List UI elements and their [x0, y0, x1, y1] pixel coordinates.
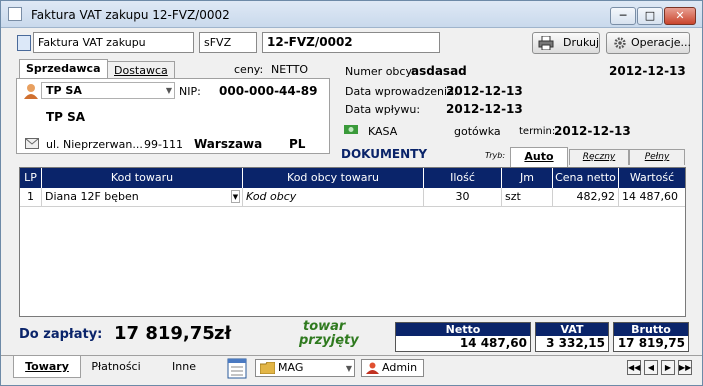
- netto-value: 14 487,60: [459, 336, 527, 350]
- foreign-number-value: asdasad: [411, 64, 467, 78]
- seller-country: PL: [289, 137, 306, 151]
- seller-postcode: 99-111: [144, 138, 183, 151]
- to-pay-amount: 17 819,75: [114, 323, 215, 344]
- tab-goods[interactable]: Towary: [13, 356, 81, 378]
- folder-icon: [260, 362, 275, 374]
- entry-date-value: 2012-12-13: [446, 84, 523, 98]
- tab-seller[interactable]: Sprzedawca: [19, 59, 108, 79]
- vat-label: VAT: [536, 323, 608, 336]
- goods-received-stamp-line1: towar: [303, 319, 346, 334]
- print-label: Drukuj: [563, 36, 600, 49]
- minimize-button[interactable]: ─: [610, 7, 636, 25]
- chevron-down-icon[interactable]: ▼: [166, 83, 172, 98]
- warehouse-select[interactable]: MAG ▼: [255, 359, 355, 377]
- term-value: 2012-12-13: [554, 124, 631, 138]
- column-header-unit[interactable]: Jm: [502, 168, 553, 188]
- seller-code: TP SA: [46, 84, 82, 97]
- close-button[interactable]: ✕: [664, 7, 696, 25]
- tab-manual[interactable]: Ręczny: [569, 149, 629, 165]
- user-name: Admin: [382, 361, 418, 374]
- operations-button[interactable]: Operacje...: [606, 32, 692, 54]
- cell-foreign-code[interactable]: Kod obcy: [243, 188, 424, 206]
- last-record-button[interactable]: ▶▶: [678, 360, 692, 375]
- tab-other[interactable]: Inne: [151, 356, 217, 378]
- tab-payments[interactable]: Płatności: [83, 356, 149, 378]
- doc-number-field[interactable]: 12-FVZ/0002: [262, 32, 440, 53]
- column-header-foreign-code[interactable]: Kod obcy towaru: [243, 168, 424, 188]
- nip-label: NIP:: [179, 85, 201, 98]
- gear-icon: [614, 37, 626, 49]
- cell-code[interactable]: Diana 12F bęben ▼: [42, 188, 243, 206]
- cell-quantity[interactable]: 30: [424, 188, 502, 206]
- cell-unit[interactable]: szt: [502, 188, 553, 206]
- column-header-net-price[interactable]: Cena netto: [553, 168, 619, 188]
- seller-name: TP SA: [46, 110, 86, 124]
- brutto-box: Brutto 17 819,75: [613, 322, 689, 352]
- tab-full[interactable]: Pełny: [629, 149, 685, 165]
- nip-value: 000-000-44-89: [219, 84, 318, 98]
- to-pay-label: Do zapłaty:: [19, 327, 103, 342]
- receipt-date-label: Data wpływu:: [345, 103, 421, 116]
- operations-label: Operacje...: [631, 36, 692, 49]
- cash-label: KASA: [368, 125, 398, 138]
- entry-date-label: Data wprowadzenia:: [345, 85, 458, 98]
- first-record-button[interactable]: ◀◀: [627, 360, 641, 375]
- mode-label: Tryb:: [485, 151, 506, 160]
- to-pay-currency: zł: [214, 323, 232, 344]
- next-record-button[interactable]: ▶: [661, 360, 675, 375]
- seller-street: ul. Nieprzerwan...: [46, 138, 143, 151]
- window-title: Faktura VAT zakupu 12-FVZ/0002: [31, 8, 230, 22]
- brutto-label: Brutto: [614, 323, 688, 336]
- items-table: LP Kod towaru Kod obcy towaru Ilość Jm C…: [19, 167, 686, 317]
- column-header-code[interactable]: Kod towaru: [42, 168, 243, 188]
- maximize-button[interactable]: □: [637, 7, 663, 25]
- vat-value: 3 332,15: [546, 336, 605, 350]
- person-icon: [24, 84, 38, 99]
- column-header-lp[interactable]: LP: [20, 168, 42, 188]
- seller-city: Warszawa: [194, 137, 263, 151]
- previous-record-button[interactable]: ◀: [644, 360, 658, 375]
- prices-value: NETTO: [271, 63, 309, 76]
- warehouse-value: MAG: [278, 361, 304, 374]
- chevron-down-icon[interactable]: ▼: [346, 361, 352, 377]
- invoice-window: Faktura VAT zakupu 12-FVZ/0002 ─ □ ✕ Fak…: [0, 0, 703, 386]
- column-header-quantity[interactable]: Ilość: [424, 168, 502, 188]
- document-date: 2012-12-13: [609, 64, 686, 78]
- cash-icon: [344, 125, 358, 134]
- documents-label: DOKUMENTY: [341, 147, 428, 161]
- cell-net-price[interactable]: 482,92: [553, 188, 619, 206]
- doc-series-field[interactable]: sFVZ: [199, 32, 257, 53]
- document-icon: [17, 35, 31, 51]
- foreign-number-label: Numer obcy:: [345, 65, 415, 78]
- prices-label: ceny:: [234, 63, 264, 76]
- title-bar: Faktura VAT zakupu 12-FVZ/0002 ─ □ ✕: [1, 1, 702, 28]
- brutto-value: 17 819,75: [617, 336, 685, 350]
- app-icon: [8, 7, 22, 21]
- row-divider: [20, 206, 685, 207]
- user-icon: [366, 362, 379, 374]
- notepad-icon[interactable]: [227, 357, 247, 379]
- cell-lp: 1: [20, 188, 42, 206]
- chevron-down-icon[interactable]: ▼: [231, 190, 240, 203]
- term-label: termin:: [519, 126, 556, 137]
- tab-auto[interactable]: Auto: [510, 147, 568, 167]
- cell-code-text: Diana 12F bęben: [45, 190, 139, 203]
- printer-icon: [538, 36, 554, 50]
- print-button[interactable]: Drukuj: [532, 32, 600, 54]
- cell-net-value: 14 487,60: [622, 190, 678, 203]
- payment-method: gotówka: [454, 125, 501, 138]
- column-header-net-value[interactable]: Wartość netto: [619, 168, 685, 203]
- vat-box: VAT 3 332,15: [535, 322, 609, 352]
- netto-box: Netto 14 487,60: [395, 322, 531, 352]
- envelope-icon: [25, 138, 39, 149]
- goods-received-stamp-line2: przyjęty: [299, 333, 359, 348]
- tab-buyer[interactable]: Dostawca: [107, 61, 175, 79]
- seller-code-field[interactable]: TP SA ▼: [41, 82, 175, 99]
- netto-label: Netto: [396, 323, 530, 336]
- doc-type-field[interactable]: Faktura VAT zakupu: [33, 32, 194, 53]
- user-field[interactable]: Admin: [361, 359, 424, 377]
- receipt-date-value: 2012-12-13: [446, 102, 523, 116]
